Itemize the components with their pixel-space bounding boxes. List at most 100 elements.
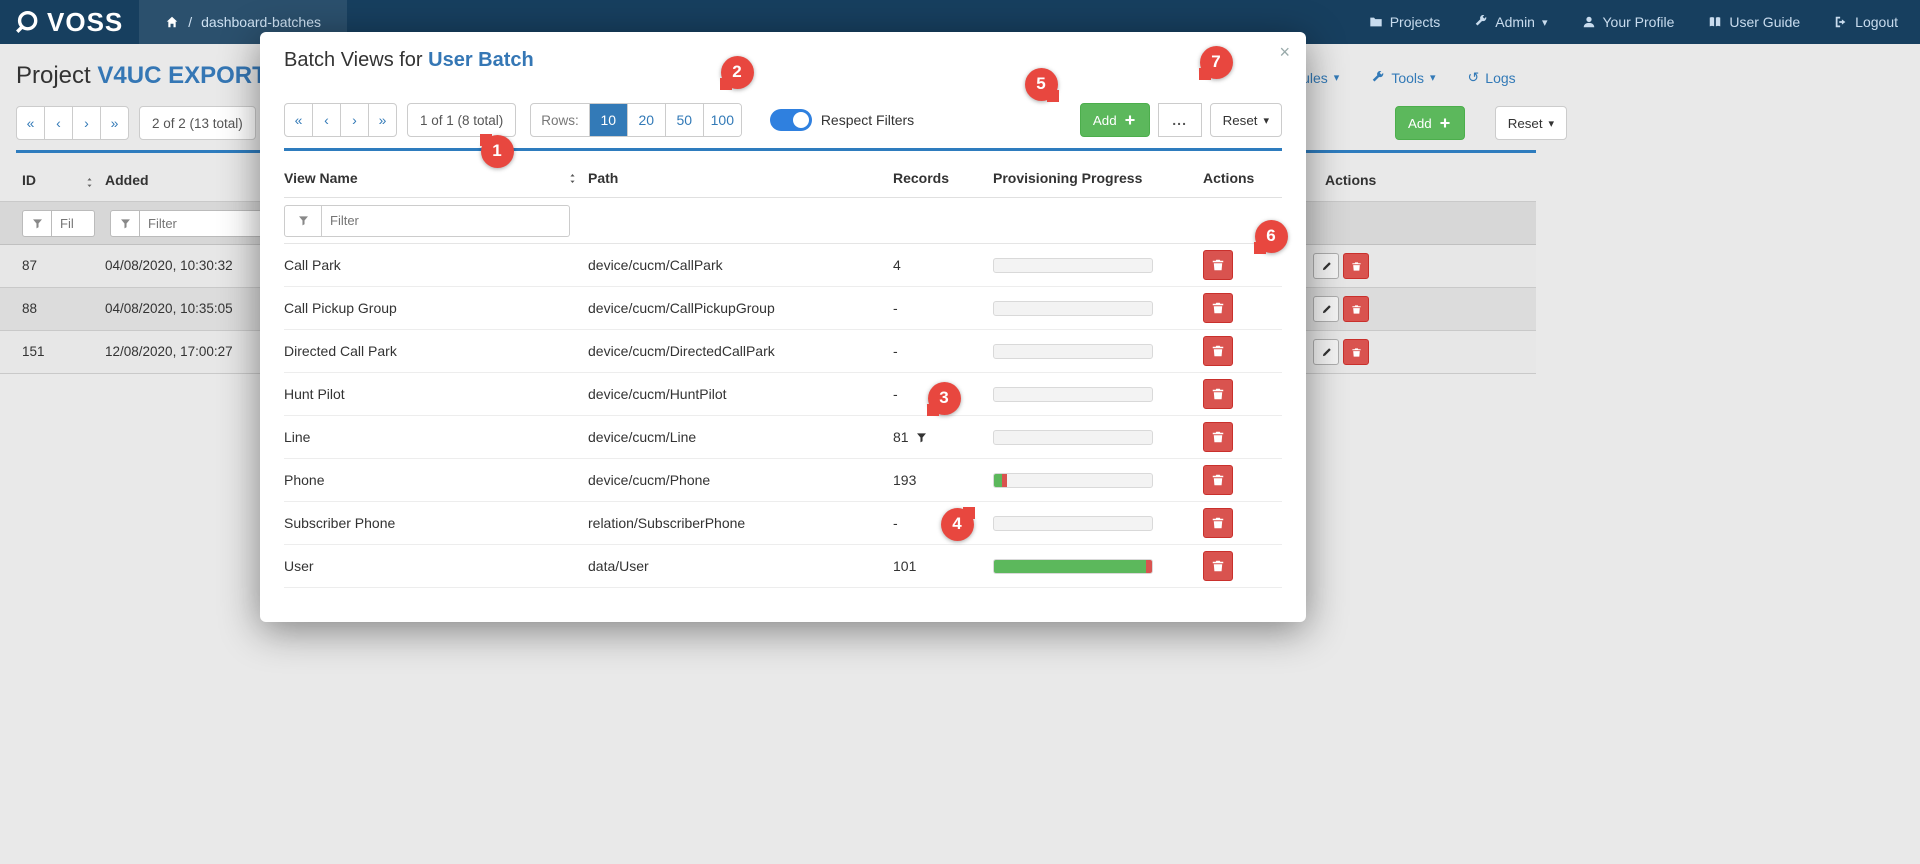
nav-item-user-guide[interactable]: User Guide: [1708, 14, 1800, 30]
batch-name: User Batch: [428, 49, 534, 71]
delete-view-button[interactable]: [1203, 379, 1233, 409]
id-filter-input[interactable]: [52, 210, 95, 237]
add-view-button[interactable]: Add: [1079, 103, 1150, 137]
respect-filters-toggle[interactable]: [769, 109, 812, 131]
wrench-icon: [1476, 15, 1487, 26]
delete-view-button[interactable]: [1203, 422, 1233, 452]
nav-item-logout[interactable]: Logout: [1834, 14, 1898, 30]
breadcrumb-current: dashboard-batches: [201, 14, 322, 30]
rows-option-50[interactable]: 50: [664, 104, 703, 136]
column-header-view-name[interactable]: View Name: [284, 170, 358, 186]
funnel-icon: [120, 219, 130, 229]
voss-brand[interactable]: VOSS: [0, 7, 139, 38]
chevron-down-icon: ▾: [1333, 72, 1340, 84]
next-page-button[interactable]: ›: [340, 103, 369, 137]
trash-icon: [1212, 345, 1224, 357]
batch-added: 12/08/2020, 17:00:27: [105, 344, 233, 359]
history-icon: ↺: [1467, 69, 1480, 85]
delete-batch-button[interactable]: [1343, 253, 1369, 279]
view-name: Directed Call Park: [284, 343, 397, 359]
column-header-actions: Actions: [1325, 172, 1377, 188]
provisioning-progress-cell: [993, 515, 1203, 531]
batch-view-row: Directed Call Park device/cucm/DirectedC…: [284, 330, 1282, 373]
filter-icon-button[interactable]: [110, 210, 140, 237]
trash-icon: [1212, 517, 1224, 529]
added-filter-input[interactable]: [140, 210, 270, 237]
nav-item-admin[interactable]: Admin ▾: [1474, 14, 1548, 30]
brand-label: VOSS: [47, 6, 124, 37]
view-name: Line: [284, 429, 311, 445]
last-page-button[interactable]: »: [100, 106, 129, 140]
sort-icon[interactable]: [567, 170, 578, 186]
column-header-actions: Actions: [1203, 169, 1255, 186]
next-page-button[interactable]: ›: [72, 106, 101, 140]
sort-icon[interactable]: [84, 173, 95, 189]
logs-link[interactable]: ↺ Logs: [1468, 69, 1516, 86]
pencil-icon: [1322, 304, 1331, 313]
filter-icon-button[interactable]: [284, 204, 322, 237]
batch-added: 04/08/2020, 10:30:32: [105, 258, 233, 273]
chevron-down-icon: ▾: [1548, 117, 1555, 130]
nav-item-your-profile[interactable]: Your Profile: [1582, 14, 1674, 30]
close-icon[interactable]: ×: [1279, 42, 1290, 63]
view-records: 193: [893, 472, 917, 488]
column-header-path[interactable]: Path: [588, 170, 893, 186]
batch-view-row: Call Park device/cucm/CallPark 4: [284, 244, 1282, 287]
modal-reset-button[interactable]: Reset ▾: [1209, 103, 1282, 137]
modal-blue-divider: [284, 148, 1282, 151]
view-path: device/cucm/Line: [588, 429, 697, 445]
chevron-down-icon: ▾: [1263, 114, 1269, 127]
delete-view-button[interactable]: [1203, 465, 1233, 495]
view-path: device/cucm/Phone: [588, 472, 711, 488]
delete-view-button[interactable]: [1203, 508, 1233, 538]
progress-bar: [993, 515, 1153, 531]
chevron-down-icon: ▾: [1430, 72, 1436, 84]
nav-label: Logout: [1855, 14, 1898, 30]
nav-item-projects[interactable]: Projects: [1369, 14, 1440, 30]
book-icon: [1710, 17, 1721, 27]
more-options-button[interactable]: ...: [1157, 103, 1202, 137]
delete-view-button[interactable]: [1203, 336, 1233, 366]
column-header-records: Records: [893, 169, 950, 186]
view-name-filter-input[interactable]: [322, 204, 570, 237]
add-batch-button[interactable]: Add: [1395, 106, 1465, 140]
first-page-button[interactable]: «: [284, 103, 313, 137]
view-path: relation/SubscriberPhone: [588, 515, 746, 531]
view-name: Phone: [284, 472, 325, 488]
logout-icon: [1835, 16, 1846, 28]
delete-batch-button[interactable]: [1343, 296, 1369, 322]
respect-filters-label: Respect Filters: [820, 112, 915, 128]
progress-bar: [993, 257, 1153, 273]
progress-bar: [993, 429, 1153, 445]
delete-view-button[interactable]: [1203, 551, 1233, 581]
edit-batch-button[interactable]: [1313, 296, 1339, 322]
rows-option-10[interactable]: 10: [588, 104, 627, 136]
views-table-header: View Name Path Records Provisioning Prog…: [284, 158, 1282, 198]
voss-logo-icon: [16, 10, 38, 33]
prev-page-button[interactable]: ‹: [312, 103, 341, 137]
filter-icon-button[interactable]: [22, 210, 52, 237]
delete-batch-button[interactable]: [1343, 339, 1369, 365]
view-name: Subscriber Phone: [284, 515, 396, 531]
view-name: Hunt Pilot: [284, 386, 345, 402]
column-header-added[interactable]: Added: [105, 172, 149, 188]
edit-batch-button[interactable]: [1313, 339, 1339, 365]
column-header-id[interactable]: ID: [22, 172, 36, 188]
rows-option-20[interactable]: 20: [626, 104, 665, 136]
page-count-status: 2 of 2 (13 total): [139, 106, 256, 140]
tools-dropdown[interactable]: Tools ▾: [1371, 69, 1436, 86]
trash-icon: [1351, 304, 1361, 314]
view-path: device/cucm/CallPickupGroup: [588, 300, 775, 316]
batch-views-modal: Batch Views for User Batch × « ‹ › » 1 o…: [260, 32, 1306, 622]
prev-page-button[interactable]: ‹: [44, 106, 73, 140]
funnel-icon: [916, 432, 926, 442]
trash-icon: [1212, 259, 1224, 271]
rows-option-100[interactable]: 100: [702, 104, 741, 136]
last-page-button[interactable]: »: [368, 103, 397, 137]
delete-view-button[interactable]: [1203, 293, 1233, 323]
batch-view-row: User data/User 101: [284, 545, 1282, 588]
first-page-button[interactable]: «: [16, 106, 45, 140]
edit-batch-button[interactable]: [1313, 253, 1339, 279]
delete-view-button[interactable]: [1203, 250, 1233, 280]
reset-button[interactable]: Reset ▾: [1494, 106, 1568, 140]
